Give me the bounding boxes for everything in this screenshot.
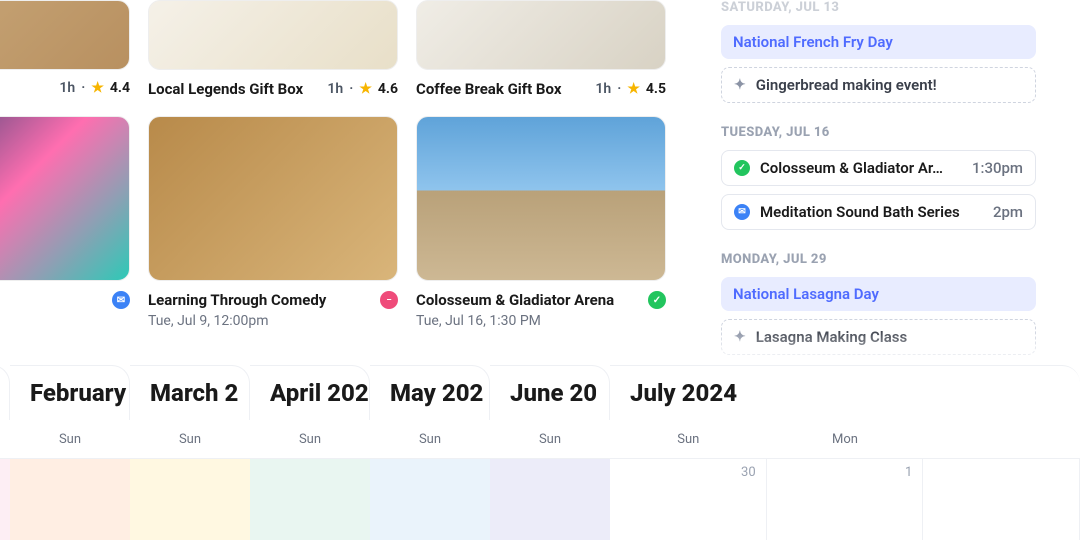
card-image [148,0,398,70]
star-icon: ★ [91,80,104,96]
month-tab-february[interactable]: February Sun [10,365,130,540]
agenda-date-heading: TUESDAY, JUL 16 [721,125,1036,140]
month-tab-january[interactable]: January Sun [0,365,10,540]
calendar-day[interactable]: 30 [610,458,767,540]
card-title: Coffee Break Gift Box [416,80,561,98]
card-title: Local Legends Gift Box [148,80,303,98]
agenda-sidebar: SATURDAY, JUL 13 National French Fry Day… [721,0,1036,394]
card-rating: 1h · ★ 4.4 [59,80,130,96]
event-time: 1:30pm [972,159,1023,177]
check-icon: ✓ [648,291,666,309]
month-tab-july-current[interactable]: July 2024 Sun 30 Mon 1 [610,365,1080,540]
month-tab-april[interactable]: April 202 Sun [250,365,370,540]
weekday-label: Mon [767,420,924,458]
event-time: 2pm [993,203,1023,221]
sparkle-icon: ✦ [734,77,746,93]
agenda-holiday[interactable]: National Lasagna Day [721,277,1036,311]
product-card[interactable]: 1h · ★ 4.4 [0,0,130,98]
card-subtitle: Tue, Jul 16, 1:30 PM [416,313,666,329]
star-icon: ★ [627,81,640,97]
product-card[interactable]: Local Legends Gift Box 1h · ★ 4.6 [148,0,398,98]
agenda-suggestion[interactable]: ✦ Lasagna Making Class [721,319,1036,355]
card-rating: 1h · ★ 4.6 [327,81,398,97]
event-card[interactable]: ✉ om [0,116,130,329]
mail-icon: ✉ [112,291,130,309]
calendar-day[interactable]: 1 [767,458,924,540]
star-icon: ★ [359,81,372,97]
months-strip: January Sun February Sun March 2 Sun Apr… [0,365,1080,540]
event-card[interactable]: Learning Through Comedy − Tue, Jul 9, 12… [148,116,398,329]
check-icon: ✓ [734,160,750,176]
event-card[interactable]: Colosseum & Gladiator Arena ✓ Tue, Jul 1… [416,116,666,329]
cards-grid: 1h · ★ 4.4 Local Legends Gift Box 1h · ★… [0,0,690,329]
agenda-event[interactable]: ✓ Colosseum & Gladiator Ar… 1:30pm [721,150,1036,186]
agenda-event[interactable]: ✉ Meditation Sound Bath Series 2pm [721,194,1036,230]
month-tab-march[interactable]: March 2 Sun [130,365,250,540]
card-image [0,0,130,70]
card-image [0,116,130,281]
weekday-label: Sun [610,420,767,458]
card-subtitle: om [0,313,130,329]
card-title: Colosseum & Gladiator Arena [416,291,614,309]
card-subtitle: Tue, Jul 9, 12:00pm [148,313,398,329]
remove-icon: − [380,291,398,309]
month-tab-june[interactable]: June 20 Sun [490,365,610,540]
agenda-holiday[interactable]: National French Fry Day [721,25,1036,59]
month-tab-may[interactable]: May 202 Sun [370,365,490,540]
agenda-date-heading: SATURDAY, JUL 13 [721,0,1036,15]
card-image [148,116,398,281]
card-image [416,0,666,70]
card-title: Learning Through Comedy [148,291,326,309]
card-image [416,116,666,281]
sparkle-icon: ✦ [734,329,746,345]
mail-icon: ✉ [734,204,750,220]
product-card[interactable]: Coffee Break Gift Box 1h · ★ 4.5 [416,0,666,98]
agenda-date-heading: MONDAY, JUL 29 [721,252,1036,267]
agenda-suggestion[interactable]: ✦ Gingerbread making event! [721,67,1036,103]
card-rating: 1h · ★ 4.5 [595,81,666,97]
